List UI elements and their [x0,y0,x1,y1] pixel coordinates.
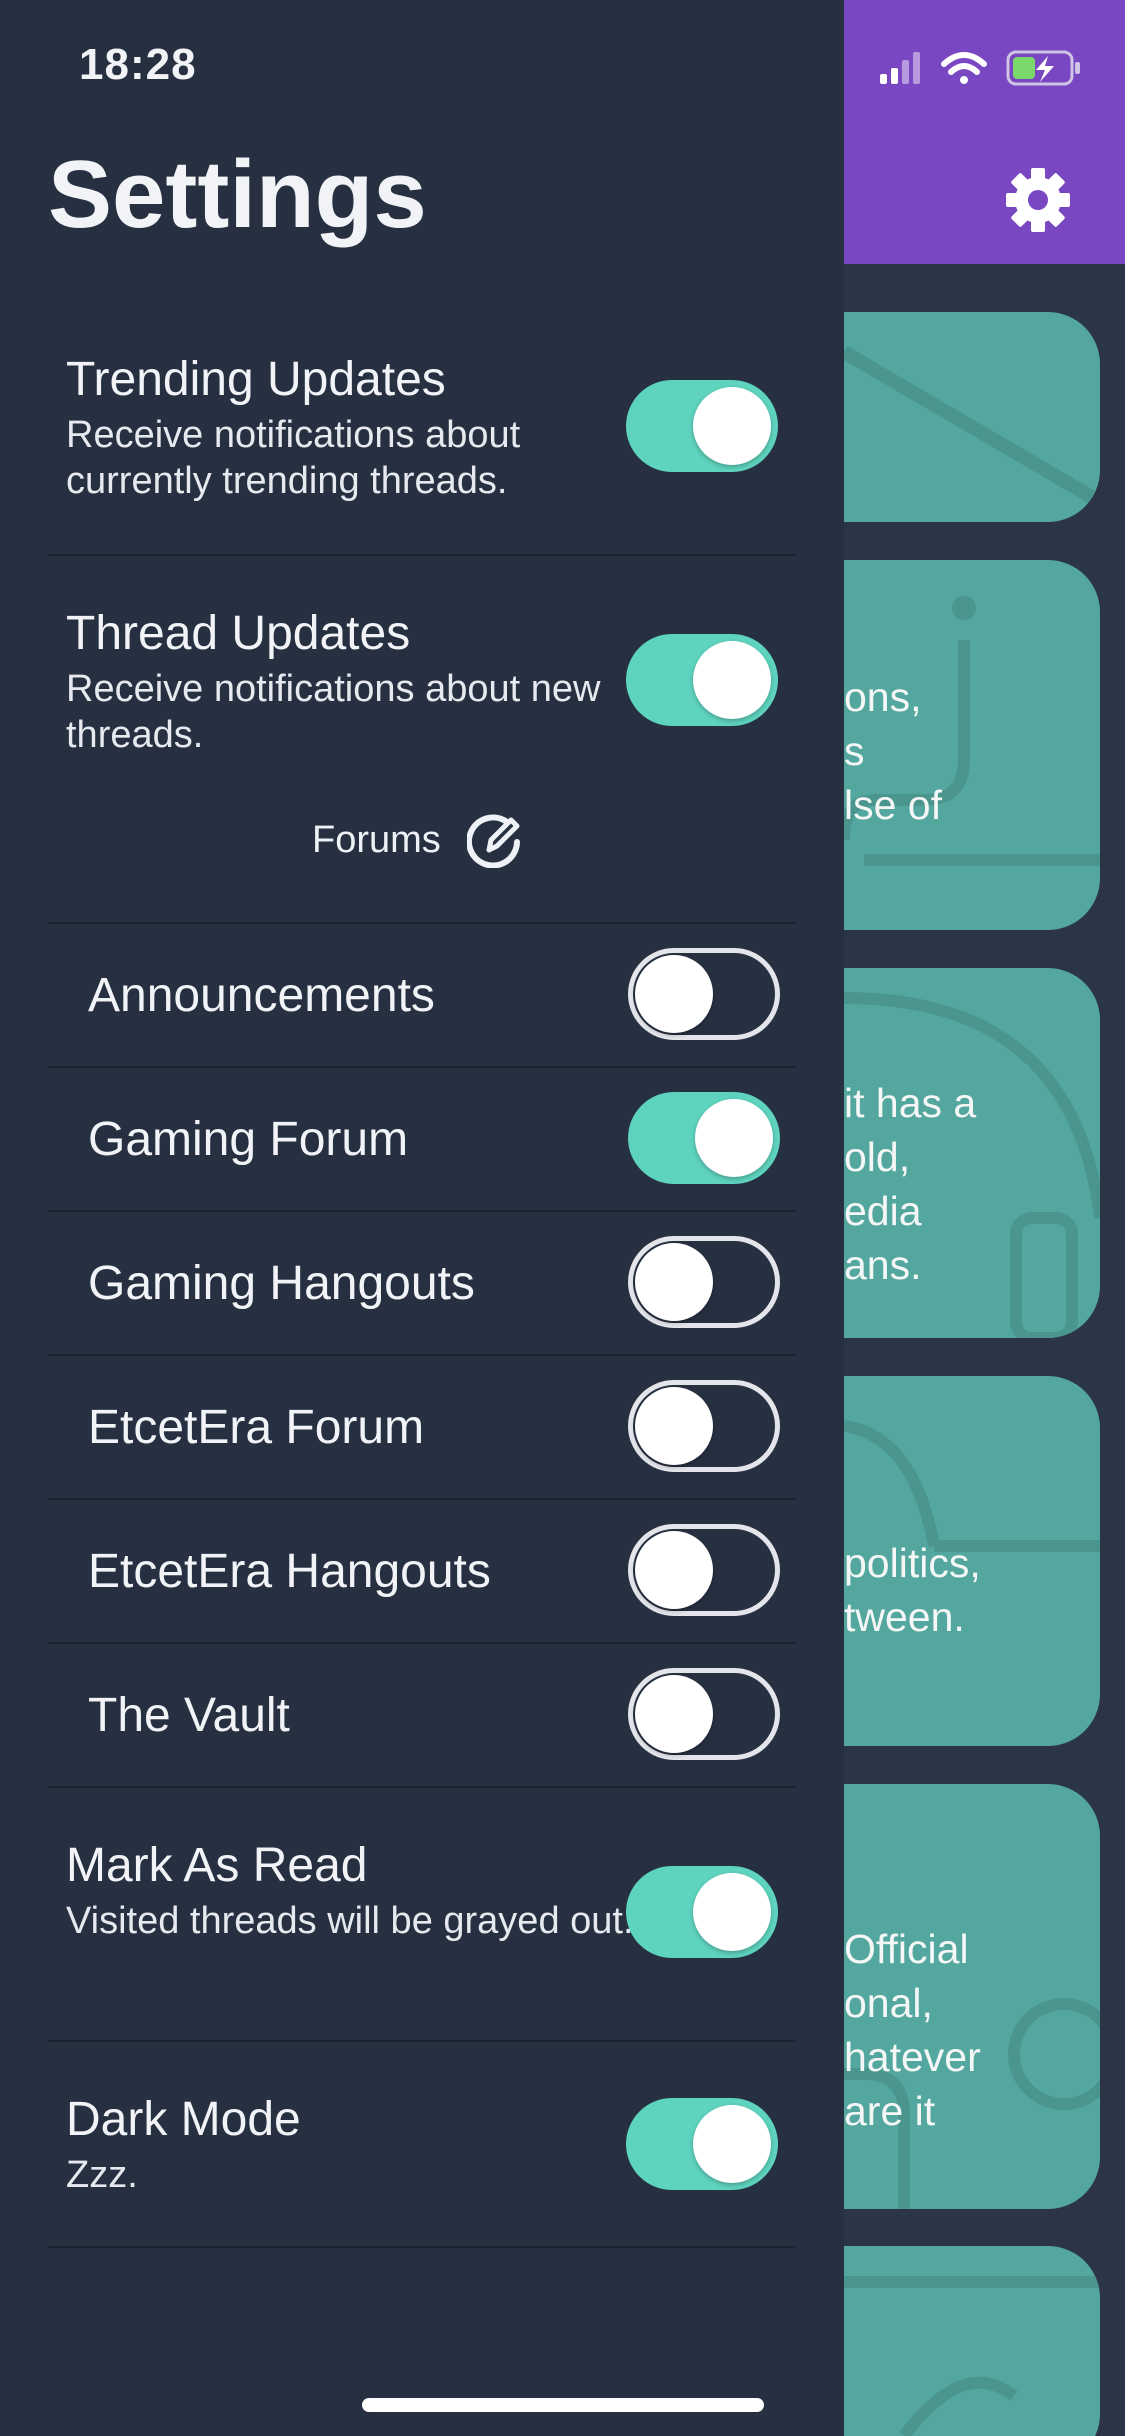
home-indicator [362,2398,764,2412]
forum-card-4[interactable]: politics, tween. [844,1376,1100,1746]
forum-row-gaming-hangouts: Gaming Hangouts [48,1212,796,1354]
forum-row-announcements: Announcements [48,924,796,1066]
card-snippet: ons, s lse of [844,674,942,828]
trending-updates-desc: Receive notifications about currently tr… [66,414,521,502]
thread-updates-title: Thread Updates [66,607,411,660]
forum-label: EtcetEra Forum [88,1401,425,1454]
mark-as-read-toggle[interactable] [626,1866,778,1958]
battery-charging-icon [1006,50,1080,86]
card-decoration [844,345,1100,509]
forums-label: Forums [312,818,441,861]
toggle-knob [693,2105,771,2183]
dark-mode-title: Dark Mode [66,2093,301,2146]
toggle-knob [635,955,713,1033]
edit-icon[interactable] [466,812,523,868]
forum-label: Gaming Hangouts [88,1257,475,1310]
card-snippet: politics, tween. [844,1540,981,1640]
divider [48,2040,796,2042]
toggle-knob [635,1243,713,1321]
card-snippet: it has a old, edia ans. [844,1080,977,1288]
toggle-knob [635,1675,713,1753]
background-screen: ons, s lse of it has a old, edia ans. po… [844,0,1125,2436]
card-snippet: Official onal, hatever are it [844,1926,981,2134]
dark-mode-row: Dark Mode Zzz. [48,2092,796,2222]
forum-card-6[interactable] [844,2246,1100,2436]
announcements-toggle[interactable] [628,948,780,1040]
wifi-icon [941,52,987,84]
toggle-knob [695,1099,773,1177]
toggle-knob [693,387,771,465]
forum-label: Gaming Forum [88,1113,409,1166]
forums-header: Forums [312,808,523,872]
the-vault-toggle[interactable] [628,1668,780,1760]
dark-mode-toggle[interactable] [626,2098,778,2190]
forum-row-etcetera-hangouts: EtcetEra Hangouts [48,1500,796,1642]
page-title: Settings [48,141,427,248]
gaming-forum-toggle[interactable] [628,1092,780,1184]
thread-updates-row: Thread Updates Receive notifications abo… [48,606,796,766]
status-icons [880,50,1080,86]
forum-label: The Vault [88,1689,290,1742]
gear-icon[interactable] [1002,164,1074,236]
divider [48,2246,796,2248]
forum-card-3[interactable]: it has a old, edia ans. [844,968,1100,1338]
divider [48,1786,796,1788]
mark-as-read-title: Mark As Read [66,1839,368,1892]
forum-row-the-vault: The Vault [48,1644,796,1786]
background-header [844,0,1125,264]
forum-label: Announcements [88,969,435,1022]
toggle-knob [693,641,771,719]
forum-card-1[interactable] [844,312,1100,522]
toggle-knob [635,1387,713,1465]
settings-drawer: 18:28 Settings Trending Updates Receive … [0,0,844,2436]
status-time: 18:28 [79,40,197,89]
forum-row-etcetera-forum: EtcetEra Forum [48,1356,796,1498]
dark-mode-desc: Zzz. [66,2154,138,2196]
card-decoration [844,2276,1100,2436]
mark-as-read-row: Mark As Read Visited threads will be gra… [48,1838,796,1998]
thread-updates-toggle[interactable] [626,634,778,726]
thread-updates-desc: Receive notifications about new threads. [66,668,601,756]
toggle-knob [693,1873,771,1951]
mark-as-read-desc: Visited threads will be grayed out. [66,1900,634,1942]
signal-icon [880,52,920,84]
trending-updates-toggle[interactable] [626,380,778,472]
trending-updates-row: Trending Updates Receive notifications a… [48,352,796,512]
divider [48,554,796,556]
forum-card-5[interactable]: Official onal, hatever are it [844,1784,1100,2209]
forum-label: EtcetEra Hangouts [88,1545,491,1598]
etcetera-hangouts-toggle[interactable] [628,1524,780,1616]
gaming-hangouts-toggle[interactable] [628,1236,780,1328]
etcetera-forum-toggle[interactable] [628,1380,780,1472]
toggle-knob [635,1531,713,1609]
forum-row-gaming-forum: Gaming Forum [48,1068,796,1210]
trending-updates-title: Trending Updates [66,353,446,406]
forum-card-2[interactable]: ons, s lse of [844,560,1100,930]
